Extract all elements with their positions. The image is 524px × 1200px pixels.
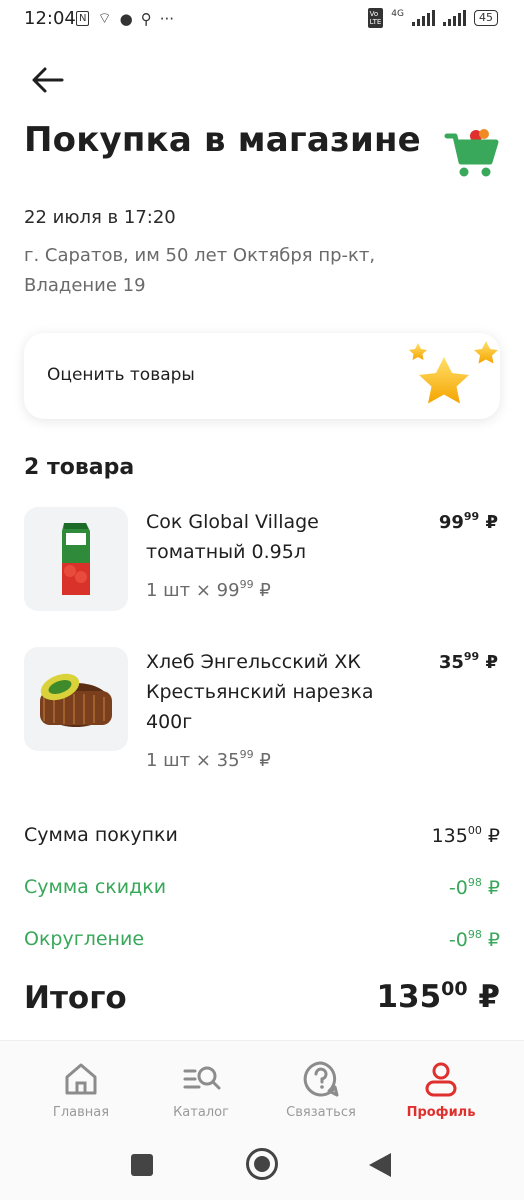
discount-value: -098 ₽ [448, 876, 500, 899]
help-chat-icon [303, 1061, 339, 1097]
bottom-navigation: Главная Каталог Связаться Профиль [0, 1040, 524, 1140]
rounding-label: Округление [24, 928, 145, 950]
battery-icon: 45 [474, 10, 498, 26]
nfc-icon: N [76, 11, 90, 26]
volte-icon: Vo LTE [367, 8, 384, 28]
page-title: Покупка в магазине [24, 120, 421, 160]
nav-catalog[interactable]: Каталог [146, 1059, 256, 1120]
product-price: 9999 ₽ [438, 510, 498, 533]
wifi-icon: ⌔ [97, 9, 112, 27]
nav-contact-label: Связаться [286, 1105, 356, 1120]
items-count: 2 товара [24, 455, 135, 480]
stars-icon [409, 341, 498, 404]
nav-profile-label: Профиль [406, 1105, 476, 1120]
product-price: 3599 ₽ [438, 650, 498, 673]
search-status-icon: ⚲ [140, 9, 152, 28]
total-value: 13500 ₽ [376, 978, 500, 1015]
product-name[interactable]: Сок Global Village томатный 0.95л [146, 507, 416, 567]
product-image-bread[interactable] [24, 647, 128, 751]
purchase-date: 22 июля в 17:20 [24, 207, 176, 228]
profile-icon [425, 1062, 457, 1097]
nav-home[interactable]: Главная [26, 1059, 136, 1120]
product-name[interactable]: Хлеб Энгельсский ХК Крестьянский нарезка… [146, 647, 416, 737]
product-qty: 1 шт × 9999 ₽ [146, 578, 271, 601]
shopping-cart-icon [444, 129, 499, 177]
rate-products-label: Оценить товары [47, 365, 195, 385]
rounding-row: Округление -098 ₽ [24, 928, 500, 958]
status-time: 12:04 [24, 8, 76, 29]
nav-home-label: Главная [52, 1105, 110, 1120]
home-icon [65, 1063, 97, 1095]
product-image-juice[interactable] [24, 507, 128, 611]
status-bar: 12:04 N ⌔ ● ⚲ ··· Vo LTE 4G 45 [0, 0, 524, 40]
network-type: 4G [391, 9, 404, 19]
subtotal-label: Сумма покупки [24, 824, 178, 846]
catalog-search-icon [183, 1066, 221, 1090]
subtotal-value: 13500 ₽ [431, 824, 500, 847]
bread-loaf-icon [40, 673, 112, 727]
juice-carton-icon [62, 523, 90, 595]
more-icon: ··· [159, 9, 174, 28]
nav-contact[interactable]: Связаться [266, 1059, 376, 1120]
rounding-value: -098 ₽ [448, 928, 500, 951]
recent-apps-button[interactable] [131, 1154, 153, 1176]
store-address: г. Саратов, им 50 лет Октября пр-кт, Вла… [24, 245, 376, 296]
signal-2-icon [443, 10, 466, 26]
discount-label: Сумма скидки [24, 876, 167, 898]
total-row: Итого 13500 ₽ [24, 978, 500, 1022]
system-navigation [0, 1140, 524, 1200]
signal-icon [412, 10, 435, 26]
nav-profile[interactable]: Профиль [386, 1059, 496, 1120]
message-icon: ● [119, 9, 133, 28]
product-qty: 1 шт × 3599 ₽ [146, 748, 271, 771]
system-back-button[interactable] [369, 1153, 391, 1177]
subtotal-row: Сумма покупки 13500 ₽ [24, 824, 500, 854]
nav-catalog-label: Каталог [173, 1105, 229, 1120]
total-label: Итого [24, 980, 127, 1016]
rate-products-card[interactable]: Оценить товары [24, 333, 500, 419]
home-button[interactable] [246, 1148, 278, 1180]
discount-row: Сумма скидки -098 ₽ [24, 876, 500, 906]
back-arrow-icon[interactable] [30, 62, 66, 98]
